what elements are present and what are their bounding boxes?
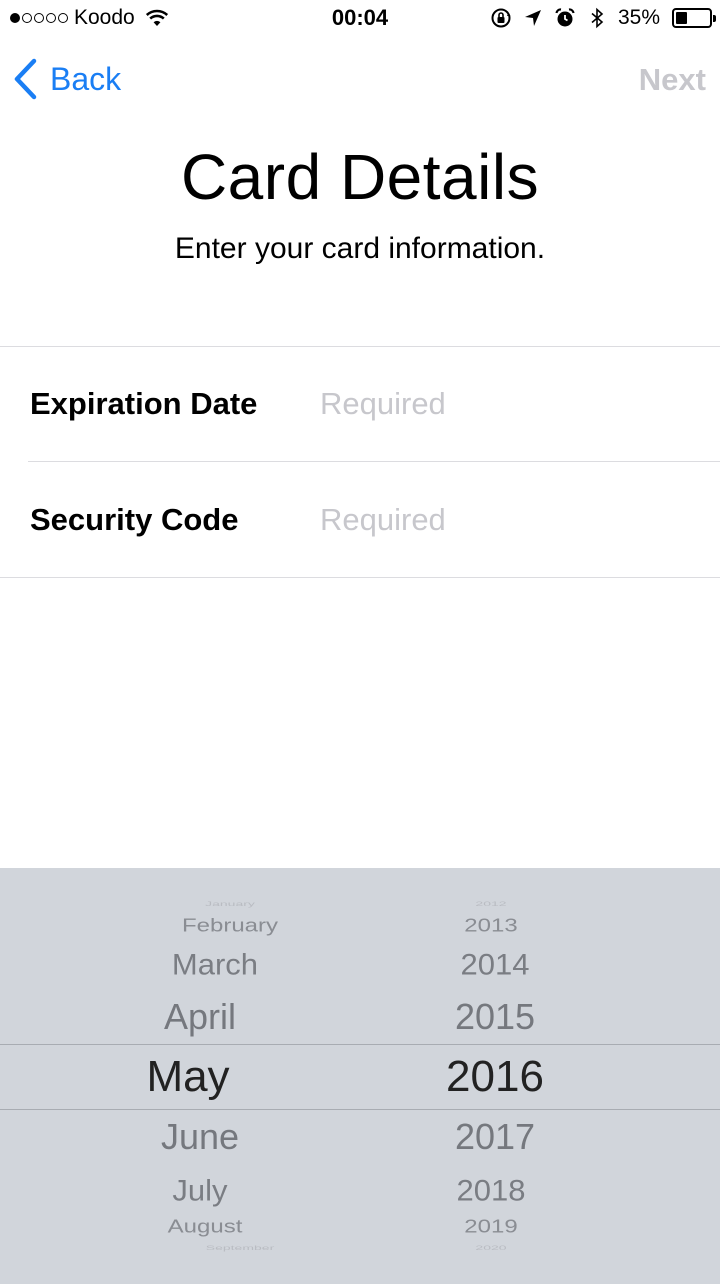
month-option[interactable]: March bbox=[15, 949, 415, 979]
year-option[interactable]: 2018 bbox=[376, 1175, 606, 1205]
expiration-date-row[interactable]: Expiration Date bbox=[0, 346, 720, 462]
month-option[interactable]: August bbox=[5, 1217, 405, 1237]
chevron-left-icon bbox=[14, 58, 37, 100]
year-option[interactable]: 2014 bbox=[380, 949, 610, 979]
year-option[interactable]: 2012 bbox=[376, 901, 606, 907]
location-icon bbox=[524, 10, 541, 26]
year-option[interactable]: 2017 bbox=[380, 1119, 610, 1155]
year-option[interactable]: 2020 bbox=[376, 1245, 606, 1251]
expiration-date-picker[interactable]: January February March April May June July Augu… bbox=[0, 868, 720, 1284]
year-wheel[interactable]: 2012 2013 2014 2015 2016 2017 2018 2019 2020 bbox=[380, 868, 610, 1284]
year-option[interactable]: 2013 bbox=[376, 916, 606, 936]
security-code-field[interactable] bbox=[320, 502, 700, 538]
page-title: Card Details bbox=[180, 141, 540, 213]
expiration-date-label: Expiration Date bbox=[30, 386, 258, 421]
bluetooth-icon bbox=[591, 7, 604, 29]
month-option[interactable]: May bbox=[0, 1055, 388, 1099]
status-bar: Koodo 00:04 35% bbox=[0, 0, 720, 36]
divider bbox=[0, 577, 720, 578]
security-code-row[interactable]: Security Code bbox=[0, 462, 720, 578]
month-option[interactable]: June bbox=[0, 1119, 400, 1155]
month-wheel[interactable]: January February March April May June July Augu… bbox=[0, 868, 400, 1284]
next-button[interactable]: Next bbox=[639, 58, 706, 102]
back-button[interactable]: Back bbox=[12, 56, 121, 102]
security-code-label: Security Code bbox=[30, 502, 239, 537]
status-bar-right: 35% bbox=[490, 5, 716, 31]
year-option[interactable]: 2016 bbox=[380, 1055, 610, 1099]
back-button-label: Back bbox=[50, 60, 122, 97]
card-details-form: Expiration Date Security Code bbox=[0, 346, 720, 578]
month-option[interactable]: April bbox=[0, 999, 400, 1035]
year-option[interactable]: 2019 bbox=[376, 1217, 606, 1237]
alarm-icon bbox=[555, 8, 575, 27]
month-option[interactable]: February bbox=[30, 916, 430, 936]
month-option[interactable]: January bbox=[30, 901, 430, 907]
year-option[interactable]: 2015 bbox=[380, 999, 610, 1035]
battery-icon bbox=[672, 8, 716, 28]
page-subtitle: Enter your card information. bbox=[174, 232, 546, 265]
orientation-lock-icon bbox=[491, 8, 511, 28]
month-option[interactable]: July bbox=[0, 1175, 400, 1205]
battery-percent: 35% bbox=[617, 6, 660, 29]
expiration-date-field[interactable] bbox=[320, 386, 700, 422]
